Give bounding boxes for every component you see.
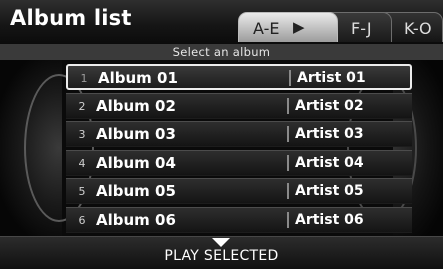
album-list-screen: Album list K-O F-J A-E ▶ Select an album… <box>0 0 443 269</box>
album-row[interactable]: 5 Album 05 Artist 05 <box>66 178 412 204</box>
column-divider <box>287 183 289 199</box>
row-number: 3 <box>78 128 86 141</box>
tab-a-e[interactable]: A-E ▶ <box>238 12 338 42</box>
album-title: Album 02 <box>96 96 176 115</box>
column-divider <box>287 97 289 114</box>
album-row[interactable]: 3 Album 03 Artist 03 <box>66 121 412 147</box>
artist-name: Artist 01 <box>297 70 366 86</box>
album-row[interactable]: 6 Album 06 Artist 06 <box>66 206 412 233</box>
play-selected-button[interactable]: PLAY SELECTED <box>0 236 443 269</box>
album-title: Album 03 <box>96 125 176 143</box>
page-title: Album list <box>10 6 132 30</box>
column-divider <box>287 126 289 142</box>
header-bar: Album list K-O F-J A-E ▶ <box>0 0 443 44</box>
album-row[interactable]: 4 Album 04 Artist 04 <box>66 149 412 176</box>
album-title: Album 01 <box>98 69 178 87</box>
right-triangle-icon: ▶ <box>293 18 305 36</box>
play-selected-label: PLAY SELECTED <box>164 248 279 264</box>
instruction-text: Select an album <box>0 44 443 60</box>
left-bezel-decoration <box>0 60 94 236</box>
row-number: 1 <box>80 72 88 85</box>
row-number: 2 <box>78 99 86 113</box>
row-number: 6 <box>78 213 86 227</box>
album-row[interactable]: 2 Album 02 Artist 02 <box>66 92 412 119</box>
down-arrow-icon <box>212 238 230 247</box>
row-number: 5 <box>78 185 86 198</box>
tab-label: F-J <box>351 19 372 38</box>
tab-label: A-E <box>253 19 280 38</box>
tab-label: K-O <box>404 19 432 38</box>
artist-name: Artist 05 <box>295 183 364 199</box>
column-divider <box>287 211 289 228</box>
column-divider <box>287 154 289 171</box>
artist-name: Artist 04 <box>295 154 364 171</box>
album-row[interactable]: 1 Album 01 Artist 01 <box>66 64 412 90</box>
artist-name: Artist 03 <box>295 126 364 142</box>
album-title: Album 06 <box>96 210 176 229</box>
album-title: Album 05 <box>96 182 176 200</box>
artist-name: Artist 02 <box>295 97 364 114</box>
album-title: Album 04 <box>96 153 176 172</box>
row-number: 4 <box>78 156 86 170</box>
artist-name: Artist 06 <box>295 211 364 228</box>
column-divider <box>289 70 291 86</box>
